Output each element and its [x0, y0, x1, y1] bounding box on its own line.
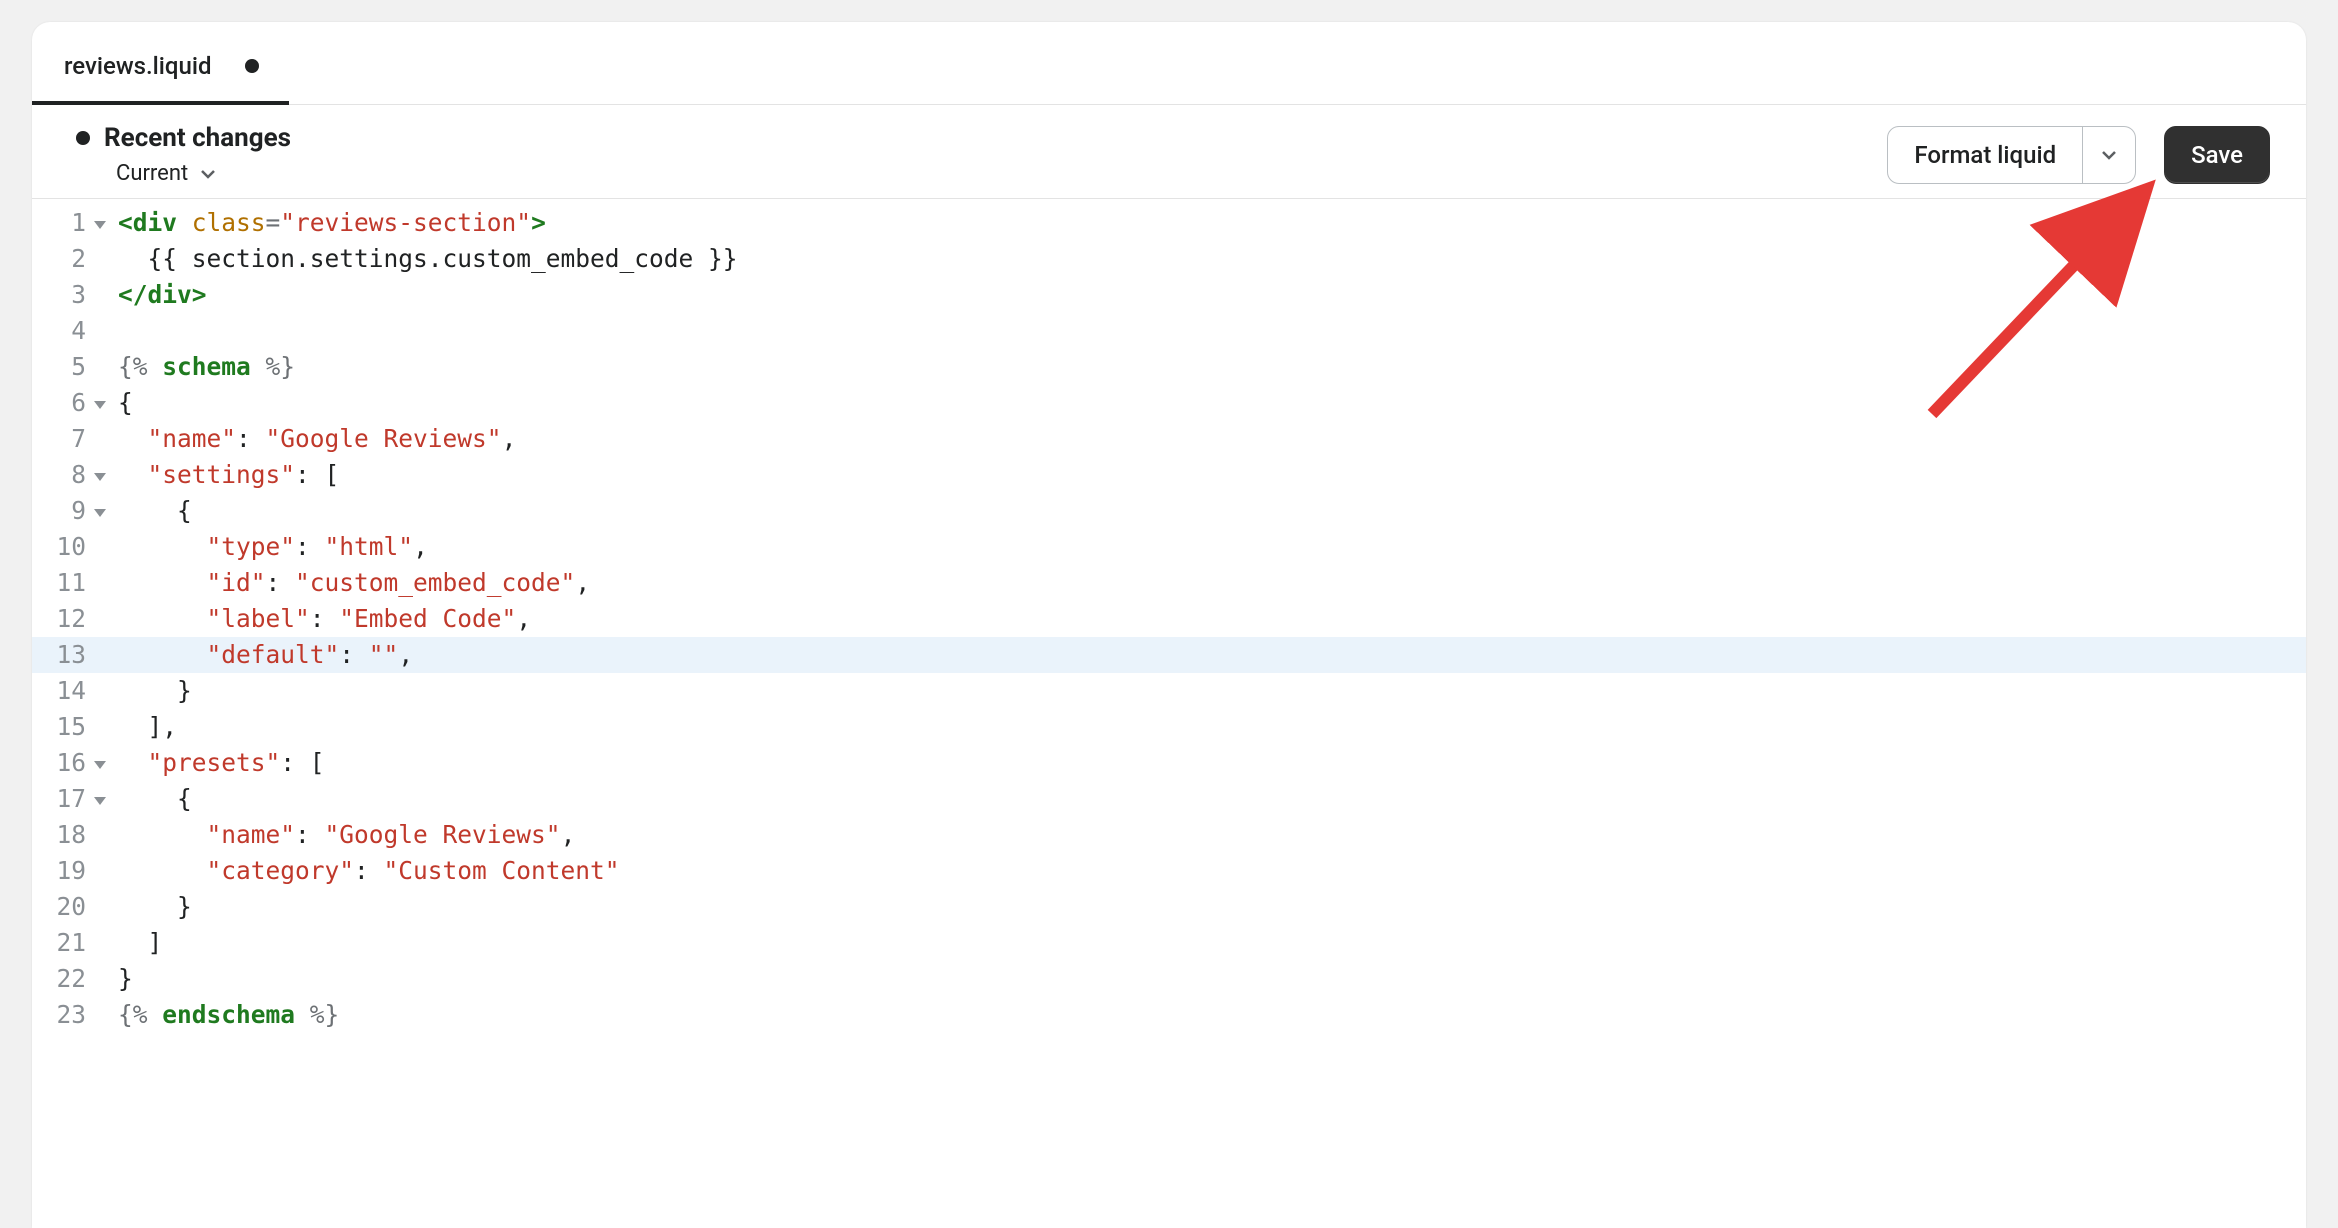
line-number: 8: [32, 457, 112, 493]
format-button-group: Format liquid: [1887, 126, 2136, 184]
toolbar-right: Format liquid Save: [1887, 126, 2274, 184]
editor-panel: reviews.liquid Recent changes Current Fo…: [32, 22, 2306, 1228]
line-number: 22: [32, 961, 112, 997]
code-line[interactable]: }: [118, 673, 2306, 709]
code-line[interactable]: "presets": [: [118, 745, 2306, 781]
line-number: 11: [32, 565, 112, 601]
toolbar: Recent changes Current Format liquid Sav…: [32, 105, 2306, 199]
line-number: 18: [32, 817, 112, 853]
code-line[interactable]: {% endschema %}: [118, 997, 2306, 1033]
code-line[interactable]: }: [118, 889, 2306, 925]
file-tab-label: reviews.liquid: [64, 52, 211, 80]
line-number: 19: [32, 853, 112, 889]
code-line[interactable]: "category": "Custom Content": [118, 853, 2306, 889]
line-number: 20: [32, 889, 112, 925]
code-line[interactable]: "label": "Embed Code",: [118, 601, 2306, 637]
code-line[interactable]: {: [118, 493, 2306, 529]
code-line[interactable]: "type": "html",: [118, 529, 2306, 565]
line-number: 3: [32, 277, 112, 313]
line-number: 10: [32, 529, 112, 565]
line-number: 9: [32, 493, 112, 529]
code-line[interactable]: "settings": [: [118, 457, 2306, 493]
line-number: 2: [32, 241, 112, 277]
code-line[interactable]: "default": "",: [32, 637, 2306, 673]
recent-changes-row: Recent changes: [76, 123, 1887, 153]
file-tab[interactable]: reviews.liquid: [32, 34, 289, 104]
line-number: 17: [32, 781, 112, 817]
line-number: 23: [32, 997, 112, 1033]
code-content[interactable]: <div class="reviews-section"> {{ section…: [118, 205, 2306, 1033]
code-line[interactable]: {: [118, 385, 2306, 421]
line-number: 16: [32, 745, 112, 781]
line-number: 21: [32, 925, 112, 961]
line-number: 14: [32, 673, 112, 709]
code-line[interactable]: [118, 313, 2306, 349]
version-select-label: Current: [116, 161, 188, 186]
toolbar-left: Recent changes Current: [76, 123, 1887, 186]
recent-changes-title: Recent changes: [104, 123, 291, 153]
code-line[interactable]: {{ section.settings.custom_embed_code }}: [118, 241, 2306, 277]
code-line[interactable]: </div>: [118, 277, 2306, 313]
code-line[interactable]: "name": "Google Reviews",: [118, 421, 2306, 457]
version-select[interactable]: Current: [76, 161, 1887, 186]
line-number: 6: [32, 385, 112, 421]
line-number: 12: [32, 601, 112, 637]
format-dropdown-button[interactable]: [2083, 126, 2136, 184]
line-number: 15: [32, 709, 112, 745]
line-number: 4: [32, 313, 112, 349]
format-liquid-button[interactable]: Format liquid: [1887, 126, 2083, 184]
code-line[interactable]: {% schema %}: [118, 349, 2306, 385]
save-button[interactable]: Save: [2164, 126, 2270, 184]
code-line[interactable]: "name": "Google Reviews",: [118, 817, 2306, 853]
code-line[interactable]: }: [118, 961, 2306, 997]
unsaved-dot-icon: [245, 59, 259, 73]
line-number: 13: [32, 637, 112, 673]
chevron-down-icon: [200, 169, 216, 179]
chevron-down-icon: [2101, 150, 2117, 160]
code-line[interactable]: {: [118, 781, 2306, 817]
line-number: 7: [32, 421, 112, 457]
code-line[interactable]: "id": "custom_embed_code",: [118, 565, 2306, 601]
code-line[interactable]: <div class="reviews-section">: [118, 205, 2306, 241]
code-line[interactable]: ],: [118, 709, 2306, 745]
line-number: 5: [32, 349, 112, 385]
line-number: 1: [32, 205, 112, 241]
line-number-gutter: 1234567891011121314151617181920212223: [32, 205, 118, 1033]
recent-dot-icon: [76, 131, 90, 145]
code-editor[interactable]: 1234567891011121314151617181920212223 <d…: [32, 199, 2306, 1033]
code-line[interactable]: ]: [118, 925, 2306, 961]
tab-bar: reviews.liquid: [32, 22, 2306, 105]
